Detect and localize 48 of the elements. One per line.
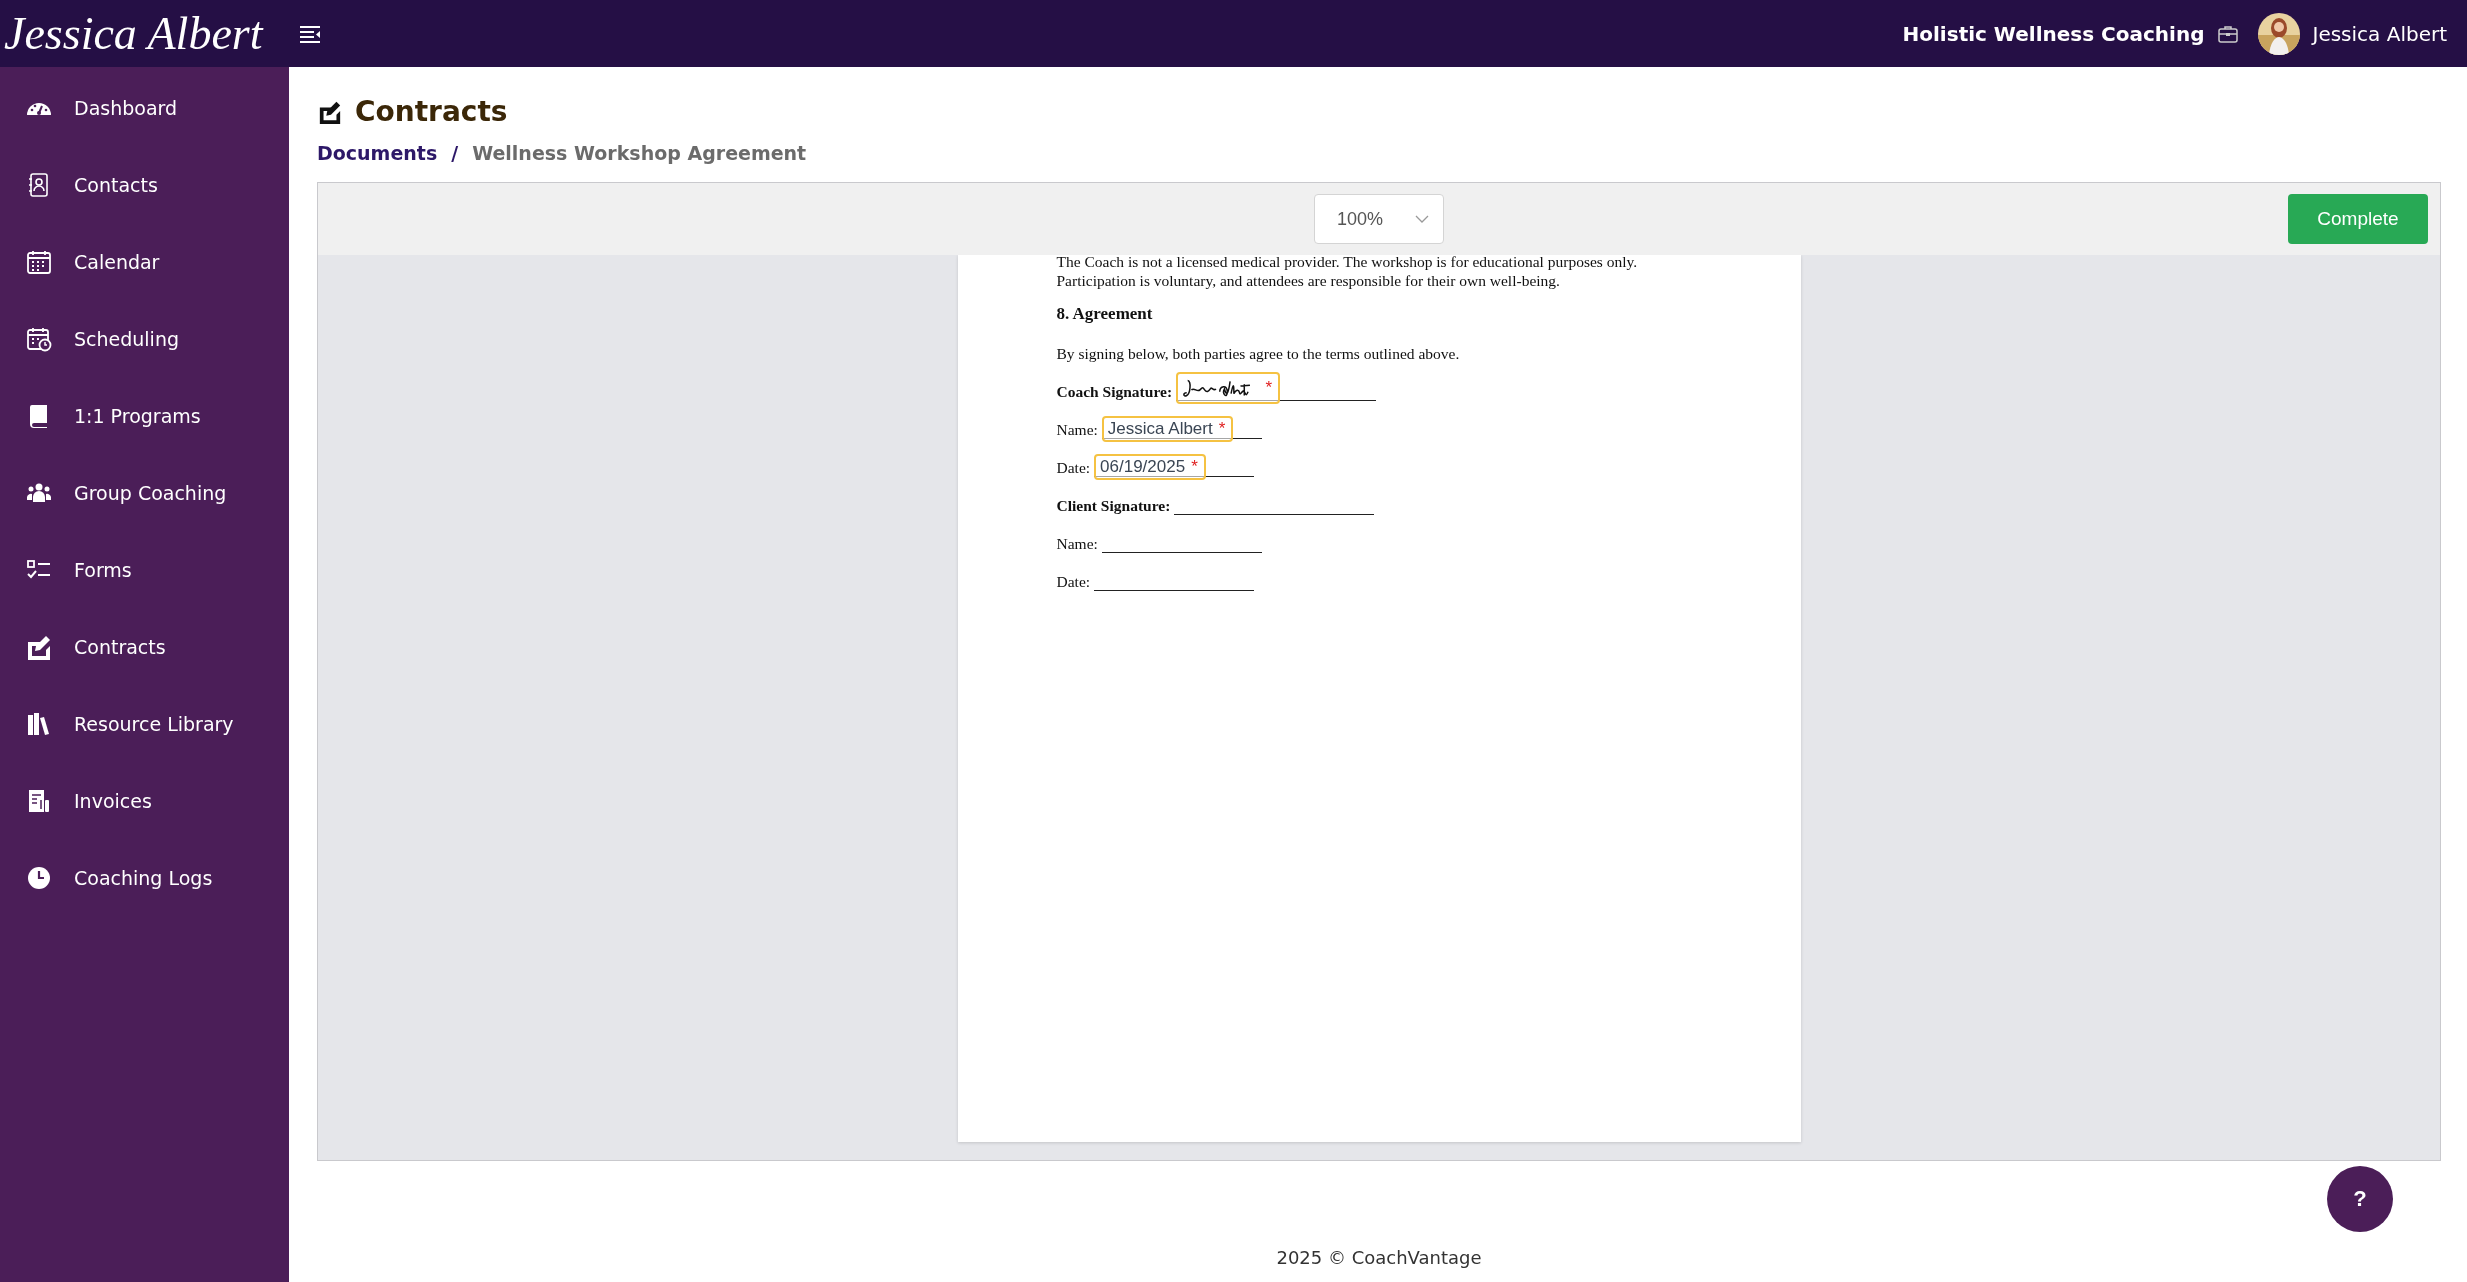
signature-pen-icon	[317, 99, 343, 124]
sidebar-item[interactable]: Resource Library	[0, 685, 289, 762]
field-label: Client Signature:	[1056, 497, 1171, 515]
menu-icon[interactable]	[298, 23, 323, 44]
page-title: Contracts	[355, 95, 508, 128]
sidebar-item[interactable]: Invoices	[0, 762, 289, 839]
sidebar-item[interactable]: Dashboard	[0, 69, 289, 146]
field-label: Date:	[1056, 459, 1091, 477]
required-marker: *	[1191, 457, 1198, 477]
user-name[interactable]: Jessica Albert	[2312, 21, 2447, 46]
footer-text: 2025 © CoachVantage	[1276, 1247, 1482, 1268]
calendar-clock-icon	[26, 325, 52, 352]
input-field[interactable]: Jessica Albert *	[1101, 416, 1234, 442]
sidebar-item[interactable]: 1:1 Programs	[0, 377, 289, 454]
logo: Jessica Albert	[3, 6, 265, 61]
field-label: Date:	[1056, 573, 1091, 591]
zoom-select[interactable]: 100%	[1314, 194, 1444, 244]
sidebar-item[interactable]: Scheduling	[0, 300, 289, 377]
sidebar-item[interactable]: Group Coaching	[0, 454, 289, 531]
field-value: 06/19/2025	[1100, 457, 1186, 477]
clock-icon	[26, 864, 52, 891]
invoice-icon	[26, 787, 52, 814]
sidebar-item[interactable]: Contracts	[0, 608, 289, 685]
sidebar-item[interactable]: Calendar	[0, 223, 289, 300]
signature-pen-icon	[26, 633, 52, 660]
sidebar-item[interactable]: Forms	[0, 531, 289, 608]
breadcrumb-separator: /	[451, 142, 459, 164]
input-field[interactable]: 06/19/2025 *	[1094, 454, 1206, 480]
chevron-down-icon	[1415, 214, 1429, 224]
required-marker: *	[1265, 378, 1273, 398]
breadcrumb-current: Wellness Workshop Agreement	[472, 142, 807, 164]
breadcrumb-link[interactable]: Documents	[317, 142, 438, 164]
required-marker: *	[1218, 419, 1226, 439]
field-label: Coach Signature:	[1056, 383, 1173, 401]
sidebar-item[interactable]: Coaching Logs	[0, 839, 289, 916]
field-value: Jessica Albert	[1107, 419, 1213, 439]
briefcase-icon[interactable]	[2218, 24, 2239, 43]
sidebar-item[interactable]: Contacts	[0, 146, 289, 223]
books-icon	[26, 710, 52, 737]
field-label: Name:	[1056, 535, 1098, 553]
help-button[interactable]: ?	[2327, 1166, 2393, 1232]
signature-field[interactable]: *	[1176, 372, 1281, 404]
business-name[interactable]: Holistic Wellness Coaching	[1902, 21, 2205, 46]
field-label: Name:	[1056, 421, 1098, 439]
document-paragraph: The Coach is not a licensed medical provider. The workshop is for educational purposes only. Participation is voluntary, and attendees are responsible for their own well-being.	[1056, 252, 1639, 290]
document-heading: 8. Agreement	[1056, 304, 1154, 324]
document-paragraph: By signing below, both parties agree to the terms outlined above.	[1056, 344, 1461, 363]
calendar-icon	[26, 248, 52, 275]
